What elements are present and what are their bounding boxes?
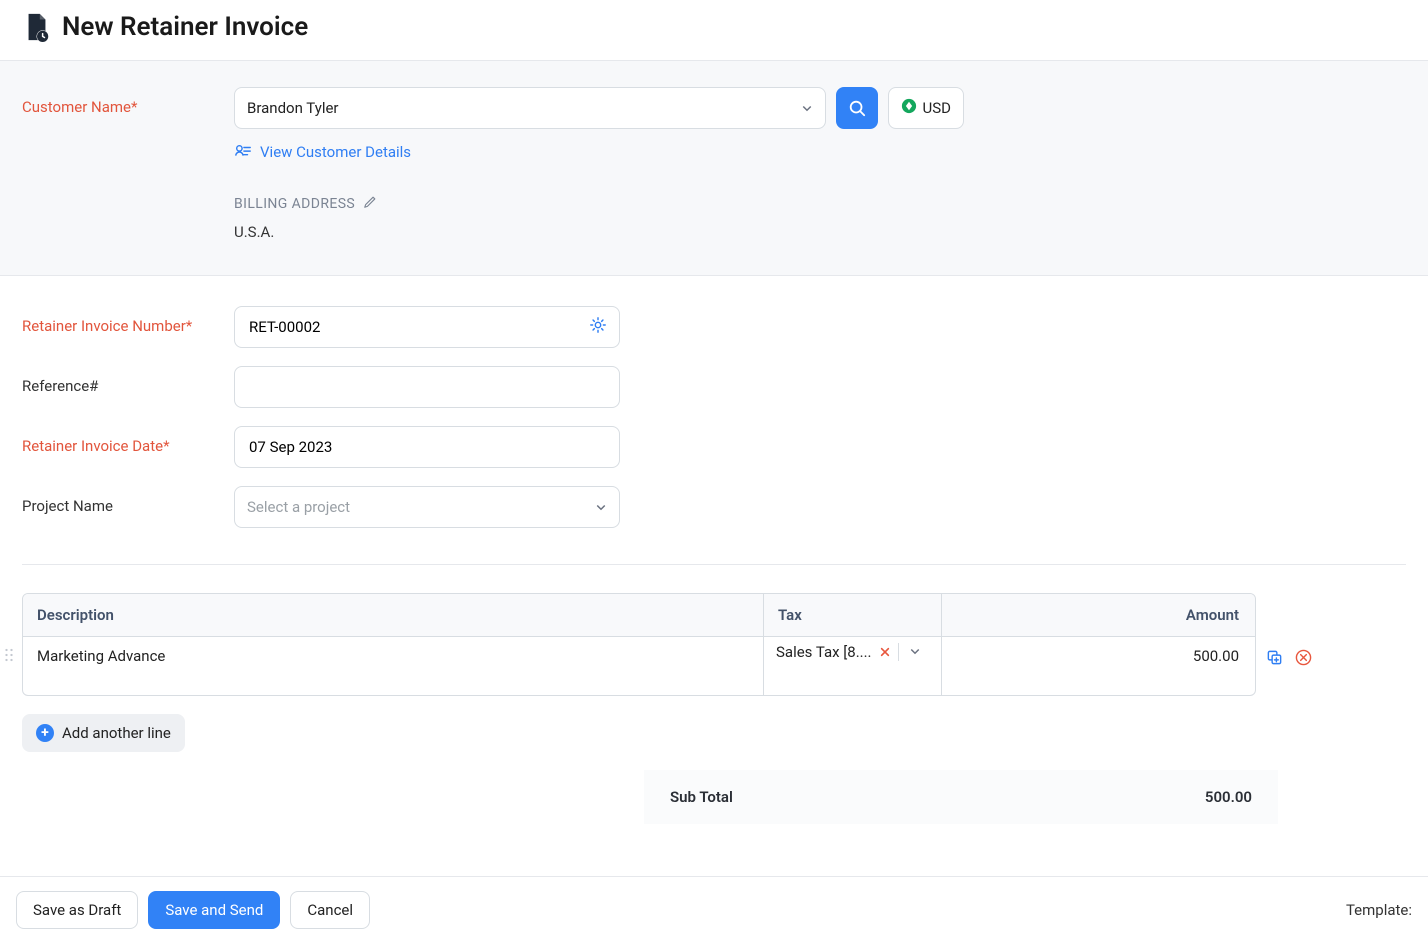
cancel-button[interactable]: Cancel <box>290 891 370 929</box>
chevron-down-icon <box>909 645 921 657</box>
plus-circle-icon: + <box>36 724 54 742</box>
project-name-label: Project Name <box>22 486 234 516</box>
totals-panel: Sub Total 500.00 <box>644 770 1278 824</box>
template-label: Template: <box>1346 901 1412 919</box>
col-header-tax: Tax <box>763 594 941 637</box>
chevron-down-icon <box>801 102 813 114</box>
add-line-label: Add another line <box>62 724 171 742</box>
subtotal-label: Sub Total <box>670 788 733 806</box>
billing-address-value: U.S.A. <box>234 223 964 241</box>
retainer-date-label: Retainer Invoice Date* <box>22 426 234 456</box>
details-section: Retainer Invoice Number* Reference# Reta… <box>0 276 1428 824</box>
clone-row-button[interactable] <box>1266 649 1283 670</box>
customer-search-button[interactable] <box>836 87 878 129</box>
footer-bar: Save as Draft Save and Send Cancel Templ… <box>0 876 1428 943</box>
billing-address-label: BILLING ADDRESS <box>234 196 355 212</box>
project-select-placeholder: Select a project <box>247 498 350 516</box>
table-row: Marketing Advance Sales Tax [8.... <box>23 637 1255 695</box>
page-title: New Retainer Invoice <box>62 12 308 42</box>
project-select[interactable]: Select a project <box>234 486 620 528</box>
reference-label: Reference# <box>22 366 234 396</box>
section-divider <box>22 564 1406 565</box>
currency-icon <box>901 98 917 118</box>
reference-input[interactable] <box>247 377 607 397</box>
x-icon <box>880 647 890 657</box>
gear-icon <box>589 316 607 334</box>
col-header-amount: Amount <box>941 594 1255 637</box>
currency-selector[interactable]: USD <box>888 87 964 129</box>
item-tax-value: Sales Tax [8.... <box>776 643 872 661</box>
view-customer-details-text: View Customer Details <box>260 143 411 161</box>
view-customer-details-link[interactable]: View Customer Details <box>234 143 964 161</box>
retainer-date-input[interactable] <box>247 437 607 457</box>
customer-section: Customer Name* Brandon Tyler <box>0 61 1428 276</box>
reference-field-wrap <box>234 366 620 408</box>
items-table: Description Tax Amount Marketing Advance… <box>22 593 1256 696</box>
page-header: New Retainer Invoice <box>0 0 1428 61</box>
edit-billing-button[interactable] <box>363 195 377 213</box>
add-line-button[interactable]: + Add another line <box>22 714 185 752</box>
subtotal-value: 500.00 <box>1205 788 1252 806</box>
remove-circle-icon <box>1295 649 1312 666</box>
clone-icon <box>1266 649 1283 666</box>
item-tax-clear-button[interactable] <box>876 643 894 661</box>
chevron-down-icon <box>595 501 607 513</box>
col-header-description: Description <box>23 594 763 637</box>
search-icon <box>848 99 866 117</box>
save-send-button[interactable]: Save and Send <box>148 891 280 929</box>
row-drag-handle[interactable] <box>4 647 14 667</box>
item-description-cell[interactable]: Marketing Advance <box>23 637 763 695</box>
drag-icon <box>4 647 14 663</box>
save-draft-button[interactable]: Save as Draft <box>16 891 138 929</box>
customer-select[interactable]: Brandon Tyler <box>234 87 826 129</box>
item-tax-dropdown-button[interactable] <box>898 643 921 661</box>
retainer-number-settings-button[interactable] <box>589 316 607 338</box>
retainer-number-input[interactable] <box>247 317 589 337</box>
user-card-icon <box>234 143 252 161</box>
retainer-date-field-wrap <box>234 426 620 468</box>
customer-name-label: Customer Name* <box>22 87 234 117</box>
currency-code: USD <box>923 99 951 117</box>
item-amount-cell[interactable]: 500.00 <box>941 637 1255 695</box>
retainer-number-field-wrap <box>234 306 620 348</box>
retainer-number-label: Retainer Invoice Number* <box>22 306 234 336</box>
pencil-icon <box>363 195 377 209</box>
item-tax-select[interactable]: Sales Tax [8.... <box>776 643 935 661</box>
delete-row-button[interactable] <box>1295 649 1312 670</box>
invoice-doc-icon <box>22 12 52 42</box>
customer-select-value: Brandon Tyler <box>247 99 339 117</box>
billing-address-block: BILLING ADDRESS U.S.A. <box>234 195 964 241</box>
